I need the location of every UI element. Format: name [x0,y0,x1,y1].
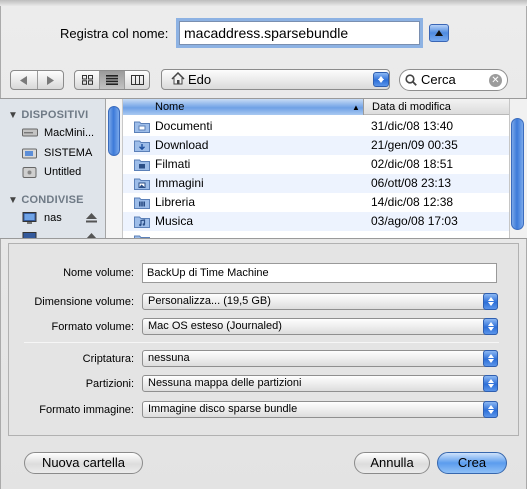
file-list-scroll-thumb[interactable] [511,118,524,230]
volume-format-value: Mac OS esteso (Journaled) [148,320,282,332]
file-date: 02/dic/08 18:51 [371,157,454,171]
file-name: Immagini [155,176,204,190]
column-view-button[interactable] [125,71,149,89]
volume-name-label: Nome volume: [63,267,134,279]
sheet-top-edge [0,0,527,6]
eject-icon[interactable] [86,212,97,226]
file-name: Libreria [155,195,196,209]
list-item-partial[interactable] [123,231,509,238]
home-folder-icon [171,71,185,88]
partitions-value: Nessuna mappa delle partizioni [148,377,302,389]
sidebar-section-devices[interactable]: ▼ DISPOSITIVI [8,109,88,121]
column-header-date[interactable]: Data di modifica [368,99,451,115]
forward-arrow-icon [47,75,55,85]
volume-name-field[interactable]: BackUp di Time Machine [142,263,497,283]
save-as-label: Registra col nome: [60,26,169,41]
list-item[interactable]: Immagini 06/ott/08 23:13 [123,174,509,193]
sidebar-item-label: MacMini... [44,127,95,139]
list-item[interactable]: Musica 03/ago/08 17:03 [123,212,509,231]
external-disk-icon [22,166,38,180]
sidebar-item-untitled[interactable]: Untitled [22,164,105,180]
popup-arrows-icon [483,350,498,367]
list-view-button[interactable] [100,71,125,89]
list-item[interactable]: Filmati 02/dic/08 18:51 [123,155,509,174]
sidebar-section-title: CONDIVISE [21,194,84,206]
image-format-value: Immagine disco sparse bundle [148,403,298,415]
sidebar-item-macmini[interactable]: MacMini... [22,125,105,141]
icon-view-button[interactable] [75,71,100,89]
sidebar-item-sistema[interactable]: SISTEMA [22,145,105,161]
list-view-icon [106,75,118,85]
search-clear-icon[interactable]: ✕ [489,74,502,87]
back-arrow-icon [19,75,27,85]
eject-icon[interactable] [86,232,97,238]
file-name: Documenti [155,119,213,133]
list-item[interactable]: Download 21/gen/09 00:35 [123,136,509,155]
disclosure-triangle-icon[interactable]: ▼ [8,110,18,121]
chevron-up-icon [435,30,443,36]
cancel-button[interactable]: Annulla [354,452,430,474]
volume-size-value: Personalizza... (19,5 GB) [148,295,271,307]
popup-arrows-icon [483,318,498,335]
file-date: 06/ott/08 23:13 [371,176,452,190]
sort-ascending-icon: ▲ [352,103,360,112]
options-divider [24,342,499,343]
encryption-popup[interactable]: nessuna [142,350,498,367]
popup-arrows-icon [483,375,498,392]
system-disk-icon [22,147,38,161]
volume-size-popup[interactable]: Personalizza... (19,5 GB) [142,293,498,310]
file-date: 31/dic/08 13:40 [371,119,454,133]
volume-format-popup[interactable]: Mac OS esteso (Journaled) [142,318,498,335]
network-computer-icon [22,232,38,238]
sidebar-item-label: SISTEMA [44,147,93,159]
folder-icon [134,234,150,238]
network-computer-icon [22,212,38,226]
sidebar-item-label: Untitled [44,166,82,178]
list-item[interactable]: Documenti 31/dic/08 13:40 [123,117,509,136]
image-format-label: Formato immagine: [39,404,134,416]
file-date: 21/gen/09 00:35 [371,138,458,152]
column-header-name[interactable]: Nome [123,99,364,115]
volume-size-label: Dimensione volume: [34,296,134,308]
create-button[interactable]: Crea [437,452,507,474]
sidebar: ▼ DISPOSITIVI MacMini... SISTEMA Untitle… [0,99,106,238]
partitions-label: Partizioni: [85,378,134,390]
location-popup-arrows-icon [373,72,389,87]
file-name: Download [155,138,209,152]
expand-dialog-button[interactable] [429,24,449,42]
new-folder-button[interactable]: Nuova cartella [24,452,143,474]
save-as-field[interactable]: macaddress.sparsebundle [179,21,420,45]
encryption-value: nessuna [148,352,190,364]
file-date: 14/dic/08 12:38 [371,195,454,209]
column-view-icon [130,75,144,85]
disclosure-triangle-icon[interactable]: ▼ [8,195,18,206]
volume-format-label: Formato volume: [51,321,134,333]
sidebar-section-title: DISPOSITIVI [21,109,89,121]
view-mode-control [74,70,150,90]
popup-arrows-icon [483,293,498,310]
file-name: Musica [155,214,194,228]
icon-view-icon [81,75,93,85]
image-format-popup[interactable]: Immagine disco sparse bundle [142,401,498,418]
list-item[interactable]: Libreria 14/dic/08 12:38 [123,193,509,212]
file-name: Filmati [155,157,191,171]
file-date: 03/ago/08 17:03 [371,214,458,228]
popup-arrows-icon [483,401,498,418]
sidebar-section-shared[interactable]: ▼ CONDIVISE [8,194,84,206]
sidebar-scroll-thumb[interactable] [108,106,120,156]
hard-drive-icon [22,127,38,141]
sidebar-item-label: nas [44,212,62,224]
back-forward-control [10,70,64,90]
location-popup[interactable]: Edo [161,69,390,90]
search-icon [405,74,417,89]
forward-button[interactable] [38,71,64,89]
partitions-popup[interactable]: Nessuna mappa delle partizioni [142,375,498,392]
encryption-label: Criptatura: [82,353,134,365]
back-button[interactable] [11,71,38,89]
